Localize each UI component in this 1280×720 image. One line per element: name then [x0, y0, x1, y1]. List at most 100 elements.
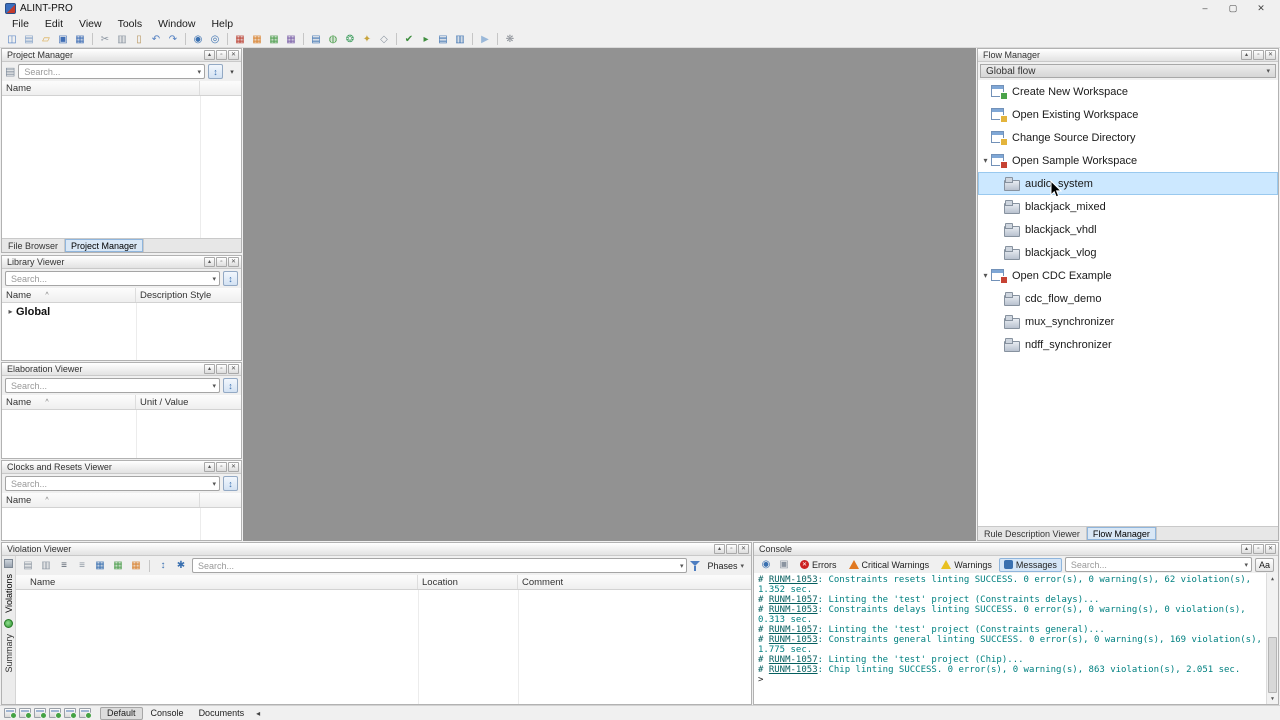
float-panel-button[interactable]: ▴	[204, 364, 215, 374]
side-tab-violations[interactable]: Violations	[4, 572, 14, 615]
float-panel-button[interactable]: ▴	[714, 544, 725, 554]
tree-item-global[interactable]: ▸ Global	[2, 303, 241, 320]
dock-library-icon[interactable]	[49, 708, 62, 719]
tab-flow-manager[interactable]: Flow Manager	[1086, 527, 1157, 540]
chevron-down-icon[interactable]: ▾	[212, 275, 216, 283]
console-header[interactable]: Console ▴ ▫ ✕	[754, 543, 1278, 556]
maximize-panel-button[interactable]: ▫	[726, 544, 737, 554]
console-scrollbar[interactable]: ▲ ▼	[1266, 573, 1278, 704]
search-input[interactable]: Search... ▾	[5, 378, 220, 393]
menu-help[interactable]: Help	[203, 16, 241, 31]
flow-item-open-existing-workspace[interactable]: Open Existing Workspace	[978, 103, 1278, 126]
flow-item-mux-synchronizer[interactable]: mux_synchronizer	[978, 310, 1278, 333]
redo-icon[interactable]: ↷	[165, 32, 181, 47]
chevron-down-icon[interactable]: ▾	[1244, 561, 1248, 569]
search-input[interactable]: Search... ▾	[1064, 557, 1252, 572]
expander-icon[interactable]: ▾	[980, 156, 991, 165]
save-all-icon[interactable]: ▦	[72, 32, 88, 47]
search-options-icon[interactable]: ↕	[208, 64, 223, 79]
search-options-icon[interactable]: ↕	[223, 476, 238, 491]
expander-icon[interactable]: ▸	[5, 307, 16, 316]
titlebar[interactable]: ALINT-PRO – ▢ ✕	[0, 0, 1280, 16]
close-panel-button[interactable]: ✕	[1265, 50, 1276, 60]
menu-tools[interactable]: Tools	[110, 16, 151, 31]
close-panel-button[interactable]: ✕	[228, 364, 239, 374]
chevron-down-icon[interactable]: ▾	[212, 480, 216, 488]
flow-item-blackjack-mixed[interactable]: blackjack_mixed	[978, 195, 1278, 218]
undo-icon[interactable]: ↶	[148, 32, 164, 47]
column-name[interactable]: Name	[2, 81, 200, 95]
flow-select[interactable]: Global flow ▾	[980, 64, 1276, 78]
column-unit-value[interactable]: Unit / Value	[136, 395, 241, 409]
dock-violations-icon[interactable]	[79, 708, 92, 719]
flow-item-blackjack-vlog[interactable]: blackjack_vlog	[978, 241, 1278, 264]
find-output-icon[interactable]: ◉	[758, 557, 774, 572]
column-name[interactable]: Name ^	[2, 288, 136, 302]
message-code-link[interactable]: RUNM-1053	[769, 575, 818, 585]
copy-icon[interactable]: ▥	[114, 32, 130, 47]
column-comment[interactable]: Comment	[518, 575, 751, 589]
search-options-icon[interactable]: ↕	[223, 378, 238, 393]
menu-edit[interactable]: Edit	[37, 16, 71, 31]
flow-item-ndff-synchronizer[interactable]: ndff_synchronizer	[978, 333, 1278, 356]
message-code-link[interactable]: RUNM-1057	[769, 625, 818, 635]
message-code-link[interactable]: RUNM-1057	[769, 655, 818, 665]
open-icon[interactable]: ▱	[38, 32, 54, 47]
waive-icon[interactable]: ▦	[110, 558, 126, 573]
export-icon[interactable]: ▤	[20, 558, 36, 573]
message-code-link[interactable]: RUNM-1053	[769, 665, 818, 675]
run-lint-icon[interactable]: ▸	[418, 32, 434, 47]
console-output[interactable]: # RUNM-1053: Constraints resets linting …	[754, 573, 1278, 704]
search-input[interactable]: Search... ▾	[5, 476, 220, 491]
check-icon[interactable]: ✔	[401, 32, 417, 47]
filter-config-icon[interactable]: ✱	[173, 558, 189, 573]
column-name[interactable]: Name ^	[2, 395, 136, 409]
dock-documents-icon[interactable]	[19, 708, 32, 719]
flow-tree[interactable]: Create New Workspace Open Existing Worksp…	[978, 80, 1278, 526]
copy-icon[interactable]: ▥	[38, 558, 54, 573]
menu-file[interactable]: File	[4, 16, 37, 31]
layout-tab-documents[interactable]: Documents	[192, 707, 252, 720]
flow-item-create-new-workspace[interactable]: Create New Workspace	[978, 80, 1278, 103]
float-panel-button[interactable]: ▴	[1241, 544, 1252, 554]
close-panel-button[interactable]: ✕	[228, 462, 239, 472]
float-panel-button[interactable]: ▴	[1241, 50, 1252, 60]
flow-item-blackjack-vhdl[interactable]: blackjack_vhdl	[978, 218, 1278, 241]
scrollbar-track[interactable]	[1267, 584, 1278, 693]
find-icon[interactable]: ◉	[190, 32, 206, 47]
elaboration-viewer-header[interactable]: Elaboration Viewer ▴ ▫ ✕	[2, 363, 241, 376]
float-panel-button[interactable]: ▴	[204, 462, 215, 472]
save-output-icon[interactable]: ▣	[776, 557, 792, 572]
report-icon[interactable]: ▤	[308, 32, 324, 47]
expander-icon[interactable]: ▾	[980, 271, 991, 280]
policy-icon[interactable]: ▦	[266, 32, 282, 47]
column-description-style[interactable]: Description Style	[136, 288, 241, 302]
filter-messages[interactable]: Messages	[998, 557, 1062, 572]
column-name[interactable]: Name	[16, 575, 418, 589]
flow-item-change-source-directory[interactable]: Change Source Directory	[978, 126, 1278, 149]
tab-file-browser[interactable]: File Browser	[2, 239, 66, 252]
synthesis-icon[interactable]: ✦	[359, 32, 375, 47]
message-code-link[interactable]: RUNM-1057	[769, 595, 818, 605]
maximize-button[interactable]: ▢	[1219, 1, 1247, 15]
float-panel-button[interactable]: ▴	[204, 50, 215, 60]
menu-window[interactable]: Window	[150, 16, 203, 31]
project-manager-header[interactable]: Project Manager ▴ ▫ ✕	[2, 49, 241, 62]
dock-project-icon[interactable]	[34, 708, 47, 719]
chevron-down-icon[interactable]: ▾	[680, 562, 684, 570]
ruleset-icon[interactable]: ▦	[283, 32, 299, 47]
layout-tab-console[interactable]: Console	[144, 707, 191, 720]
library-viewer-header[interactable]: Library Viewer ▴ ▫ ✕	[2, 256, 241, 269]
search-options-icon[interactable]: ↕	[223, 271, 238, 286]
float-panel-button[interactable]: ▴	[204, 257, 215, 267]
paste-icon[interactable]: ▯	[131, 32, 147, 47]
search-input[interactable]: Search... ▾	[192, 558, 688, 573]
side-tab-summary[interactable]: Summary	[4, 632, 14, 675]
violation-viewer-header[interactable]: Violation Viewer ▴ ▫ ✕	[2, 543, 751, 556]
close-panel-button[interactable]: ✕	[1265, 544, 1276, 554]
scroll-up-icon[interactable]: ▲	[1267, 573, 1278, 584]
sort-icon[interactable]: ↕	[155, 558, 171, 573]
flow-item-open-sample-workspace[interactable]: ▾ Open Sample Workspace	[978, 149, 1278, 172]
tab-project-manager[interactable]: Project Manager	[65, 239, 145, 252]
group-icon[interactable]: ▦	[92, 558, 108, 573]
